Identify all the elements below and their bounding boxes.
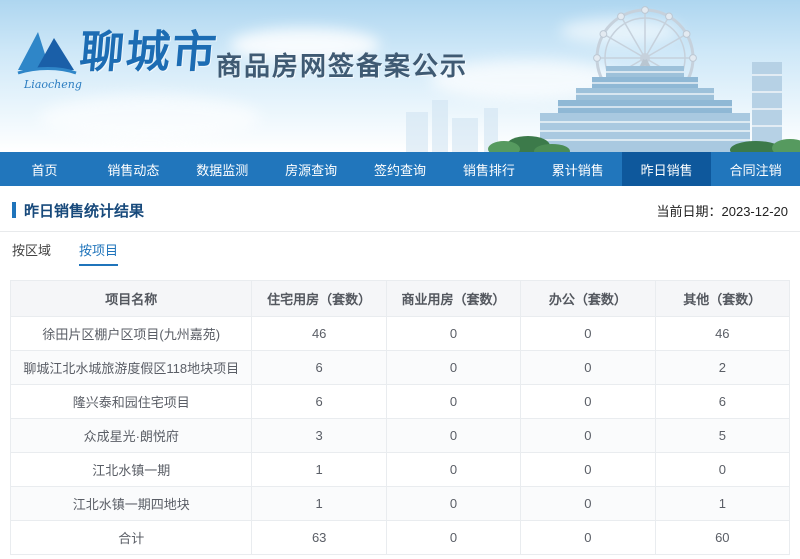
content: 昨日销售统计结果 当前日期：2023-12-20 按区域 按项目 项目名称 住宅用房… xyxy=(0,186,800,555)
building-icon xyxy=(540,62,782,152)
count-cell: 60 xyxy=(654,520,791,555)
column-header: 项目名称 xyxy=(9,280,253,317)
count-cell: 2 xyxy=(654,350,791,385)
table-row: 江北水镇一期 1 0 0 0 xyxy=(9,452,791,487)
count-cell: 0 xyxy=(385,452,522,487)
cloud-decoration xyxy=(40,95,260,141)
nav-item-3[interactable]: 数据监测 xyxy=(178,152,267,186)
divider xyxy=(0,231,800,232)
count-cell: 6 xyxy=(251,384,387,419)
nav-item-7[interactable]: 累计销售 xyxy=(533,152,622,186)
tab-1[interactable]: 按区域 xyxy=(12,234,51,266)
nav-item-6[interactable]: 销售排行 xyxy=(444,152,533,186)
skyline-icon xyxy=(406,100,498,152)
count-cell: 0 xyxy=(385,418,522,453)
current-date: 当前日期：2023-12-20 xyxy=(656,201,788,220)
logo-script: Liaocheng xyxy=(24,78,82,91)
table-row: 合计 63 0 0 60 xyxy=(9,520,791,555)
column-header: 商业用房（套数） xyxy=(385,280,522,317)
nav-item-4[interactable]: 房源查询 xyxy=(267,152,356,186)
count-cell: 0 xyxy=(385,486,522,521)
count-cell: 0 xyxy=(385,350,522,385)
table-row: 隆兴泰和园住宅项目 6 0 0 6 xyxy=(9,384,791,419)
site-name: 聊城市 xyxy=(77,27,221,78)
table-body: 徐田片区棚户区项目(九州嘉苑) 46 0 0 46 聊城江北水城旅游度假区118地块项目 6… xyxy=(9,316,791,555)
count-cell: 5 xyxy=(654,418,791,453)
count-cell: 0 xyxy=(385,316,522,351)
count-cell: 1 xyxy=(251,452,387,487)
nav-item-9[interactable]: 合同注销 xyxy=(711,152,800,186)
count-cell: 46 xyxy=(654,316,791,351)
count-cell: 0 xyxy=(520,384,656,419)
count-cell: 46 xyxy=(251,316,387,351)
count-cell: 3 xyxy=(251,418,387,453)
page-title-text: 昨日销售统计结果 xyxy=(24,202,145,220)
count-cell: 0 xyxy=(520,520,656,555)
table-head-row: 项目名称 住宅用房（套数） 商业用房（套数） 办公（套数） 其他（套数） xyxy=(9,280,791,317)
nav-bar: 首页 销售动态 数据监测 房源查询 签约查询 销售排行 累计销售 昨日销售 合同注销 xyxy=(0,152,800,186)
count-cell: 63 xyxy=(251,520,387,555)
project-name-cell: 江北水镇一期 xyxy=(9,452,253,487)
site-banner: Liaocheng 聊城市 商品房网签备案公示 xyxy=(0,0,800,152)
nav-item-1[interactable]: 首页 xyxy=(0,152,89,186)
count-cell: 1 xyxy=(251,486,387,521)
project-name-cell: 合计 xyxy=(9,520,253,555)
table-row: 聊城江北水城旅游度假区118地块项目 6 0 0 2 xyxy=(9,350,791,385)
count-cell: 0 xyxy=(654,452,791,487)
table-row: 众成星光·朗悦府 3 0 0 5 xyxy=(9,418,791,453)
count-cell: 6 xyxy=(251,350,387,385)
title-accent-bar xyxy=(12,202,16,218)
count-cell: 0 xyxy=(520,418,656,453)
project-name-cell: 众成星光·朗悦府 xyxy=(9,418,253,453)
title-row: 昨日销售统计结果 当前日期：2023-12-20 xyxy=(0,198,800,222)
table-row: 徐田片区棚户区项目(九州嘉苑) 46 0 0 46 xyxy=(9,316,791,351)
count-cell: 6 xyxy=(654,384,791,419)
page-title: 昨日销售统计结果 xyxy=(12,200,144,221)
site-subtitle: 商品房网签备案公示 xyxy=(216,51,469,81)
column-header: 其他（套数） xyxy=(654,280,791,317)
date-value: 2023-12-20 xyxy=(721,203,789,219)
nav-item-8[interactable]: 昨日销售 xyxy=(622,152,712,186)
project-name-cell: 聊城江北水城旅游度假区118地块项目 xyxy=(9,350,253,385)
count-cell: 0 xyxy=(520,316,656,351)
count-cell: 1 xyxy=(654,486,791,521)
sales-table: 项目名称 住宅用房（套数） 商业用房（套数） 办公（套数） 其他（套数） 徐田片区棚户区… xyxy=(9,280,791,555)
project-name-cell: 隆兴泰和园住宅项目 xyxy=(9,384,253,419)
count-cell: 0 xyxy=(385,520,522,555)
count-cell: 0 xyxy=(520,350,656,385)
table-head: 项目名称 住宅用房（套数） 商业用房（套数） 办公（套数） 其他（套数） xyxy=(9,280,791,317)
logo-mountain-icon xyxy=(17,32,77,75)
count-cell: 0 xyxy=(385,384,522,419)
nav-item-2[interactable]: 销售动态 xyxy=(89,152,178,186)
column-header: 办公（套数） xyxy=(520,280,656,317)
project-name-cell: 江北水镇一期四地块 xyxy=(9,486,253,521)
count-cell: 0 xyxy=(520,486,656,521)
tabs: 按区域 按项目 xyxy=(0,234,800,266)
nav-item-5[interactable]: 签约查询 xyxy=(356,152,445,186)
tab-2[interactable]: 按项目 xyxy=(79,234,119,266)
date-label: 当前日期： xyxy=(656,203,722,219)
column-header: 住宅用房（套数） xyxy=(251,280,387,317)
count-cell: 0 xyxy=(520,452,656,487)
project-name-cell: 徐田片区棚户区项目(九州嘉苑) xyxy=(9,316,253,351)
table-row: 江北水镇一期四地块 1 0 0 1 xyxy=(9,486,791,521)
page: Liaocheng 聊城市 商品房网签备案公示 首页 销售动态 数据监测 房源查询 签约… xyxy=(0,0,800,559)
